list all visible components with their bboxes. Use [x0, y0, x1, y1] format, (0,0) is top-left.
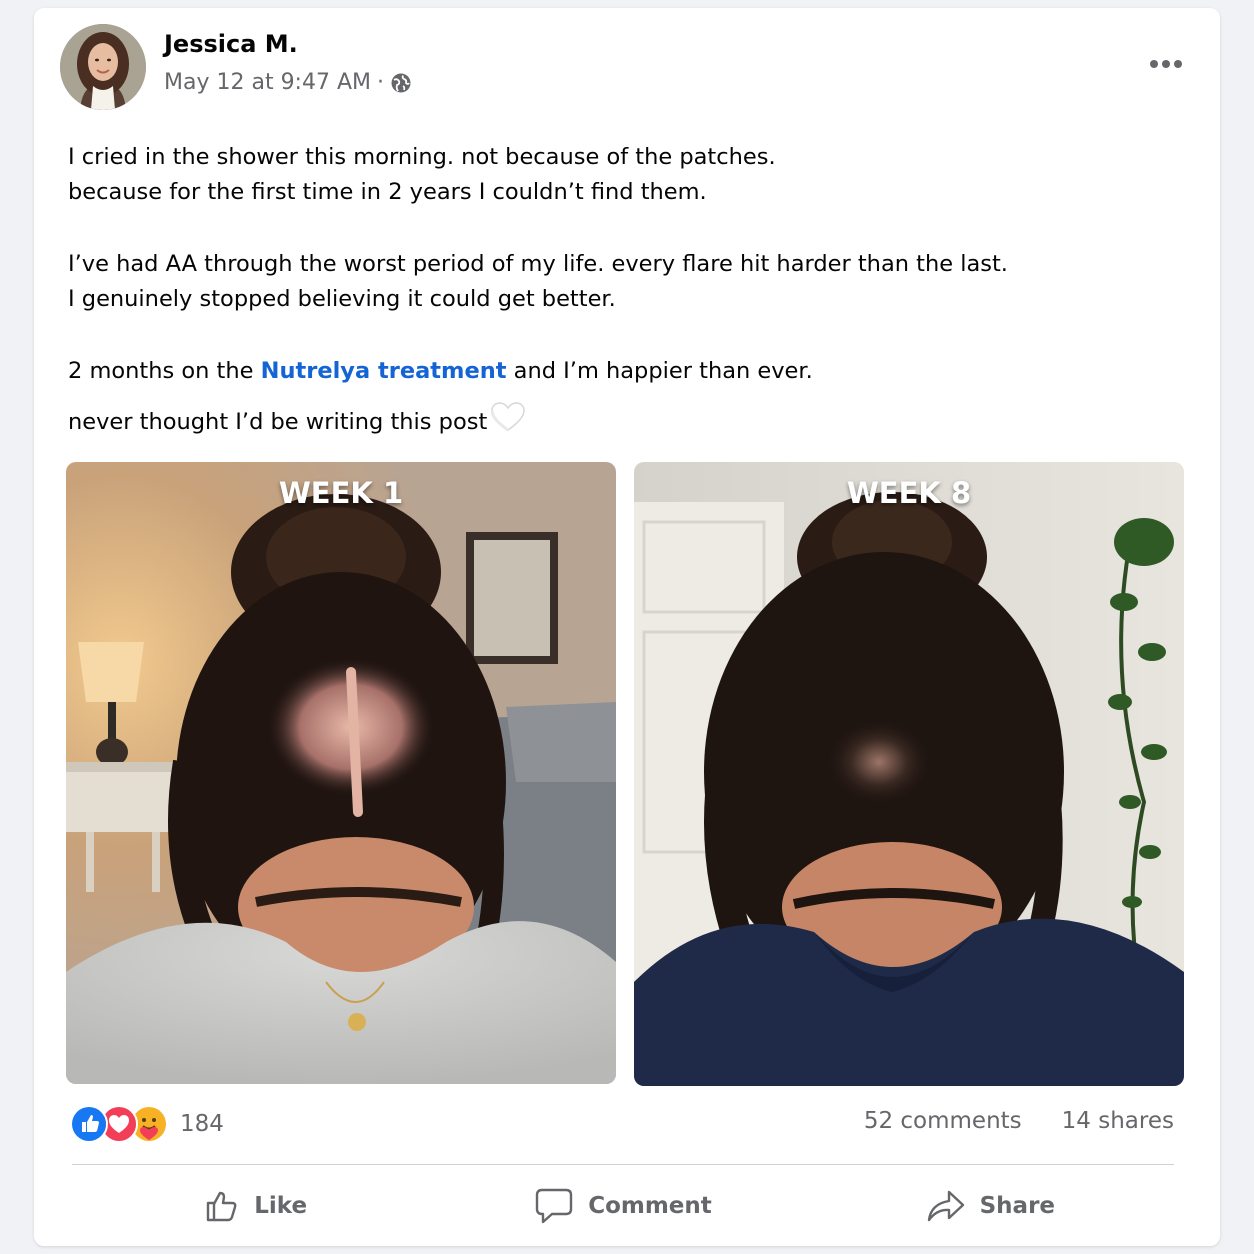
- like-button[interactable]: Like: [72, 1178, 439, 1234]
- like-reaction-icon: [70, 1105, 108, 1143]
- comment-icon: [534, 1187, 574, 1225]
- reaction-summary[interactable]: 184: [70, 1104, 224, 1144]
- globe-icon[interactable]: [390, 72, 412, 94]
- author-name[interactable]: Jessica M.: [164, 30, 298, 58]
- post-text-line: 2 months on the Nutrelya treatment and I…: [68, 354, 1188, 389]
- post-text-line: I genuinely stopped believing it could g…: [68, 286, 616, 312]
- post-meta: May 12 at 9:47 AM ·: [164, 70, 412, 95]
- post-timestamp[interactable]: May 12 at 9:47 AM: [164, 70, 371, 95]
- post-card: Jessica M. May 12 at 9:47 AM · I cried i…: [34, 8, 1220, 1246]
- share-button[interactable]: Share: [807, 1178, 1174, 1234]
- meta-separator: ·: [377, 70, 384, 95]
- post-text-line: because for the first time in 2 years I …: [68, 179, 707, 205]
- thumbs-up-icon: [204, 1188, 240, 1224]
- after-photo[interactable]: WEEK 8: [634, 462, 1184, 1086]
- shares-count[interactable]: 14 shares: [1062, 1108, 1174, 1134]
- treatment-link[interactable]: Nutrelya treatment: [261, 358, 507, 384]
- author-avatar[interactable]: [60, 24, 146, 110]
- text-segment: and I’m happier than ever.: [506, 358, 813, 384]
- comments-count[interactable]: 52 comments: [864, 1108, 1022, 1134]
- post-actions: Like Comment Share: [72, 1178, 1174, 1234]
- divider: [72, 1164, 1174, 1165]
- share-icon: [926, 1188, 966, 1224]
- share-label: Share: [979, 1193, 1056, 1219]
- avatar-image: [60, 24, 146, 110]
- white-heart-icon: [490, 402, 526, 443]
- photo-label: WEEK 8: [846, 476, 972, 510]
- post-body: I cried in the shower this morning. not …: [68, 140, 1188, 443]
- like-label: Like: [254, 1193, 308, 1219]
- before-photo[interactable]: WEEK 1: [66, 462, 616, 1084]
- text-segment: 2 months on the: [68, 358, 261, 384]
- reaction-count: 184: [180, 1111, 224, 1137]
- photo-label: WEEK 1: [278, 476, 404, 510]
- post-text-line: never thought I’d be writing this post: [68, 402, 1188, 443]
- post-text-line: I cried in the shower this morning. not …: [68, 144, 776, 170]
- comment-button[interactable]: Comment: [439, 1178, 806, 1234]
- engagement-stats: 52 comments 14 shares: [864, 1108, 1174, 1134]
- text-segment: never thought I’d be writing this post: [68, 409, 488, 435]
- post-text-line: I’ve had AA through the worst period of …: [68, 251, 1008, 277]
- more-options-icon[interactable]: [1146, 54, 1186, 74]
- comment-label: Comment: [588, 1193, 712, 1219]
